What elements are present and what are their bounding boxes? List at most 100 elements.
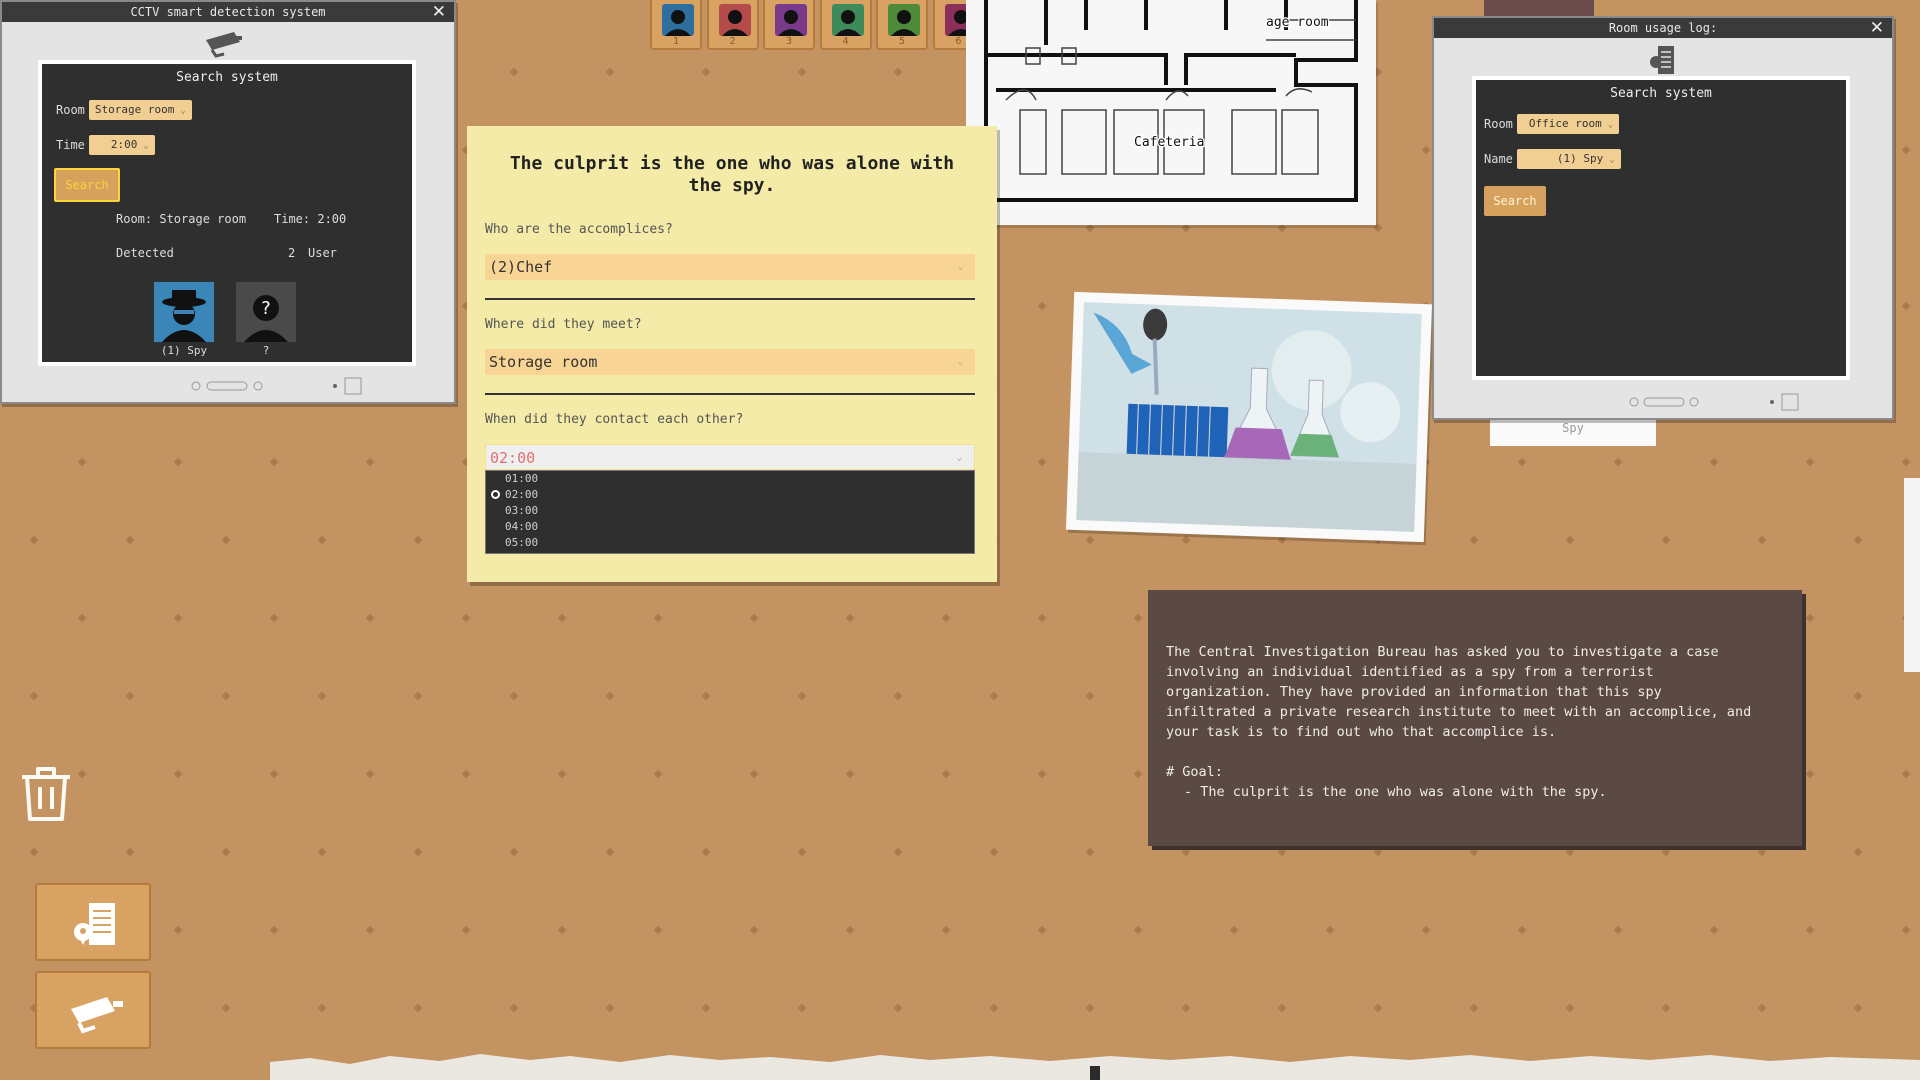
description-line: The Central Investigation Bureau has ask… bbox=[1166, 642, 1784, 662]
cctv-window-titlebar[interactable]: CCTV smart detection system ✕ bbox=[2, 2, 454, 22]
time-option-label: 04:00 bbox=[505, 520, 538, 533]
floor-plan-drawing: age room Cafeteria bbox=[966, 0, 1376, 225]
cctv-result-room: Room: Storage room bbox=[116, 212, 246, 226]
time-value: 02:00 bbox=[490, 449, 535, 467]
room-log-search-button[interactable]: Search bbox=[1484, 186, 1546, 216]
radio-icon bbox=[491, 474, 500, 483]
toolbar-item[interactable]: 1 bbox=[650, 0, 702, 50]
spy-icon bbox=[662, 4, 694, 36]
cctv-search-button[interactable]: Search bbox=[54, 168, 120, 202]
accomplice-value: (2)Chef bbox=[489, 258, 552, 276]
cctv-room-row: Room Storage room ⌄ bbox=[56, 100, 192, 120]
toolbar-item-number: 4 bbox=[822, 36, 870, 47]
cctv-detected-count: 2 bbox=[288, 246, 295, 260]
chevron-down-icon: ⌄ bbox=[180, 106, 185, 116]
room-log-room-select[interactable]: Office room ⌄ bbox=[1517, 114, 1619, 134]
cctv-camera-icon bbox=[202, 30, 246, 58]
room-log-window[interactable]: Room usage log: ✕ Search system Room Off… bbox=[1432, 16, 1894, 420]
toolbar-item[interactable]: 4 bbox=[820, 0, 872, 50]
chef-icon bbox=[719, 4, 751, 36]
room-log-room-row: Room Office room ⌄ bbox=[1484, 114, 1619, 134]
building-location-icon bbox=[37, 885, 153, 963]
time-option[interactable]: 01:00 bbox=[505, 471, 538, 486]
description-line: infiltrated a private research institute… bbox=[1166, 702, 1784, 722]
room-log-room-label: Room bbox=[1484, 117, 1513, 131]
time-option-label: 02:00 bbox=[505, 488, 538, 501]
time-option-label: 03:00 bbox=[505, 504, 538, 517]
chevron-down-icon: ⌄ bbox=[957, 445, 962, 471]
toolbar-item[interactable]: 2 bbox=[707, 0, 759, 50]
torn-paper-edge bbox=[270, 1048, 1920, 1080]
floor-plan-label-storage: age room bbox=[1266, 15, 1329, 30]
divider bbox=[485, 298, 975, 300]
unknown-person-icon[interactable]: ? bbox=[236, 282, 296, 342]
cctv-room-select[interactable]: Storage room ⌄ bbox=[89, 100, 192, 120]
room-log-name-label: Name bbox=[1484, 152, 1513, 166]
cctv-button[interactable] bbox=[35, 971, 151, 1049]
toolbar-item[interactable]: 5 bbox=[876, 0, 928, 50]
cctv-screen: Search system Room Storage room ⌄ Time 2:… bbox=[38, 60, 416, 366]
accomplice-select[interactable]: (2)Chef ⌄ bbox=[485, 254, 975, 280]
case-description: The Central Investigation Bureau has ask… bbox=[1148, 590, 1802, 846]
close-icon[interactable]: ✕ bbox=[432, 2, 446, 22]
radio-icon bbox=[491, 538, 500, 547]
question-time: When did they contact each other? bbox=[485, 412, 743, 427]
place-select[interactable]: Storage room ⌄ bbox=[485, 349, 975, 375]
description-line: your task is to find out who that accomp… bbox=[1166, 722, 1784, 742]
description-line: organization. They have provided an info… bbox=[1166, 682, 1784, 702]
room-log-name-row: Name (1) Spy⌄ bbox=[1484, 149, 1621, 169]
partial-card-top bbox=[1484, 0, 1594, 16]
room-log-titlebar[interactable]: Room usage log: ✕ bbox=[1434, 18, 1892, 38]
spy-note-label: Spy bbox=[1562, 421, 1584, 435]
answer-card: The culprit is the one who was alone wit… bbox=[467, 126, 997, 582]
time-select[interactable]: 02:00 ⌄ bbox=[485, 444, 975, 470]
radio-icon bbox=[491, 522, 500, 531]
building-icon bbox=[1648, 44, 1678, 76]
cctv-time-row: Time 2:00⌄ bbox=[56, 135, 155, 155]
lab-photo[interactable] bbox=[1066, 292, 1432, 542]
monitor-controls bbox=[2, 370, 458, 402]
answer-card-title: The culprit is the one who was alone wit… bbox=[497, 153, 967, 197]
room-log-button[interactable] bbox=[35, 883, 151, 961]
floor-plan[interactable]: age room Cafeteria bbox=[966, 0, 1376, 225]
cctv-detected-label: Detected bbox=[116, 246, 174, 260]
toolbar-item-number: 3 bbox=[765, 36, 813, 47]
spy-icon[interactable] bbox=[154, 282, 214, 342]
chevron-down-icon: ⌄ bbox=[1608, 120, 1613, 130]
time-option-selected[interactable]: 02:00 bbox=[505, 487, 538, 502]
trash-icon[interactable] bbox=[18, 763, 74, 825]
place-value: Storage room bbox=[489, 353, 597, 371]
toolbar-item[interactable]: 3 bbox=[763, 0, 815, 50]
time-dropdown: 01:00 02:00 03:00 04:00 05:00 bbox=[485, 470, 975, 554]
suspect-label: (1) Spy bbox=[149, 344, 219, 357]
cctv-room-label: Room bbox=[56, 103, 85, 117]
time-option-label: 01:00 bbox=[505, 472, 538, 485]
divider bbox=[485, 393, 975, 395]
question-accomplices: Who are the accomplices? bbox=[485, 222, 673, 237]
room-log-name-select[interactable]: (1) Spy⌄ bbox=[1517, 149, 1621, 169]
room-log-title: Room usage log: bbox=[1609, 21, 1717, 35]
svg-text:?: ? bbox=[261, 298, 271, 319]
researcher-icon bbox=[832, 4, 864, 36]
cctv-detected-unit: User bbox=[308, 246, 337, 260]
chevron-down-icon: ⌄ bbox=[1609, 155, 1614, 165]
time-option[interactable]: 05:00 bbox=[505, 535, 538, 550]
time-option[interactable]: 04:00 bbox=[505, 519, 538, 534]
spy-note: Spy bbox=[1490, 416, 1656, 446]
chevron-down-icon: ⌄ bbox=[958, 254, 963, 280]
chevron-down-icon: ⌄ bbox=[143, 141, 148, 151]
close-icon[interactable]: ✕ bbox=[1870, 18, 1884, 38]
time-option[interactable]: 03:00 bbox=[505, 503, 538, 518]
woman-icon bbox=[775, 4, 807, 36]
monitor-controls bbox=[1434, 386, 1896, 418]
cctv-window[interactable]: CCTV smart detection system ✕ Search sys… bbox=[0, 0, 456, 404]
worker-icon bbox=[888, 4, 920, 36]
radio-icon bbox=[491, 506, 500, 515]
chevron-down-icon: ⌄ bbox=[958, 349, 963, 375]
room-log-room-value: Office room bbox=[1529, 117, 1602, 130]
cctv-search-heading: Search system bbox=[42, 70, 412, 85]
toolbar-item-number: 5 bbox=[878, 36, 926, 47]
cctv-room-value: Storage room bbox=[95, 103, 174, 116]
toolbar-item-number: 2 bbox=[709, 36, 757, 47]
cctv-time-select[interactable]: 2:00⌄ bbox=[89, 135, 155, 155]
